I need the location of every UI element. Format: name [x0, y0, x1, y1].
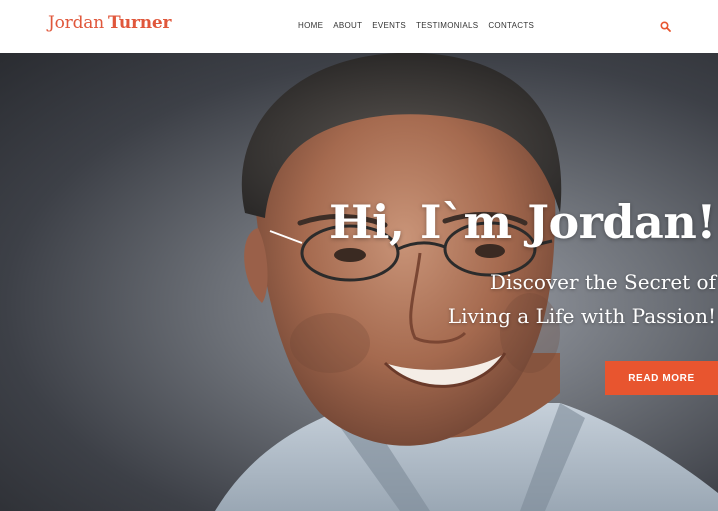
main-nav: HOME ABOUT EVENTS TESTIMONIALS CONTACTS: [298, 21, 534, 30]
search-icon[interactable]: [660, 21, 671, 32]
hero-section: Hi, I`m Jordan! Discover the Secret of L…: [0, 53, 718, 511]
nav-item-events[interactable]: EVENTS: [372, 21, 406, 30]
nav-item-home[interactable]: HOME: [298, 21, 323, 30]
logo-last-name: Turner: [107, 13, 172, 33]
site-header: Jordan Turner HOME ABOUT EVENTS TESTIMONI…: [0, 0, 718, 53]
logo-first-name: Jordan: [48, 13, 104, 33]
nav-item-about[interactable]: ABOUT: [333, 21, 362, 30]
hero-subtitle: Discover the Secret of Living a Life wit…: [448, 265, 716, 333]
hero-subtitle-line-2: Living a Life with Passion!: [447, 304, 716, 328]
nav-item-testimonials[interactable]: TESTIMONIALS: [416, 21, 478, 30]
nav-item-contacts[interactable]: CONTACTS: [488, 21, 534, 30]
read-more-button[interactable]: READ MORE: [605, 361, 718, 395]
site-logo[interactable]: Jordan Turner: [48, 13, 171, 33]
hero-title: Hi, I`m Jordan!: [329, 195, 716, 249]
hero-subtitle-line-1: Discover the Secret of: [489, 270, 716, 294]
